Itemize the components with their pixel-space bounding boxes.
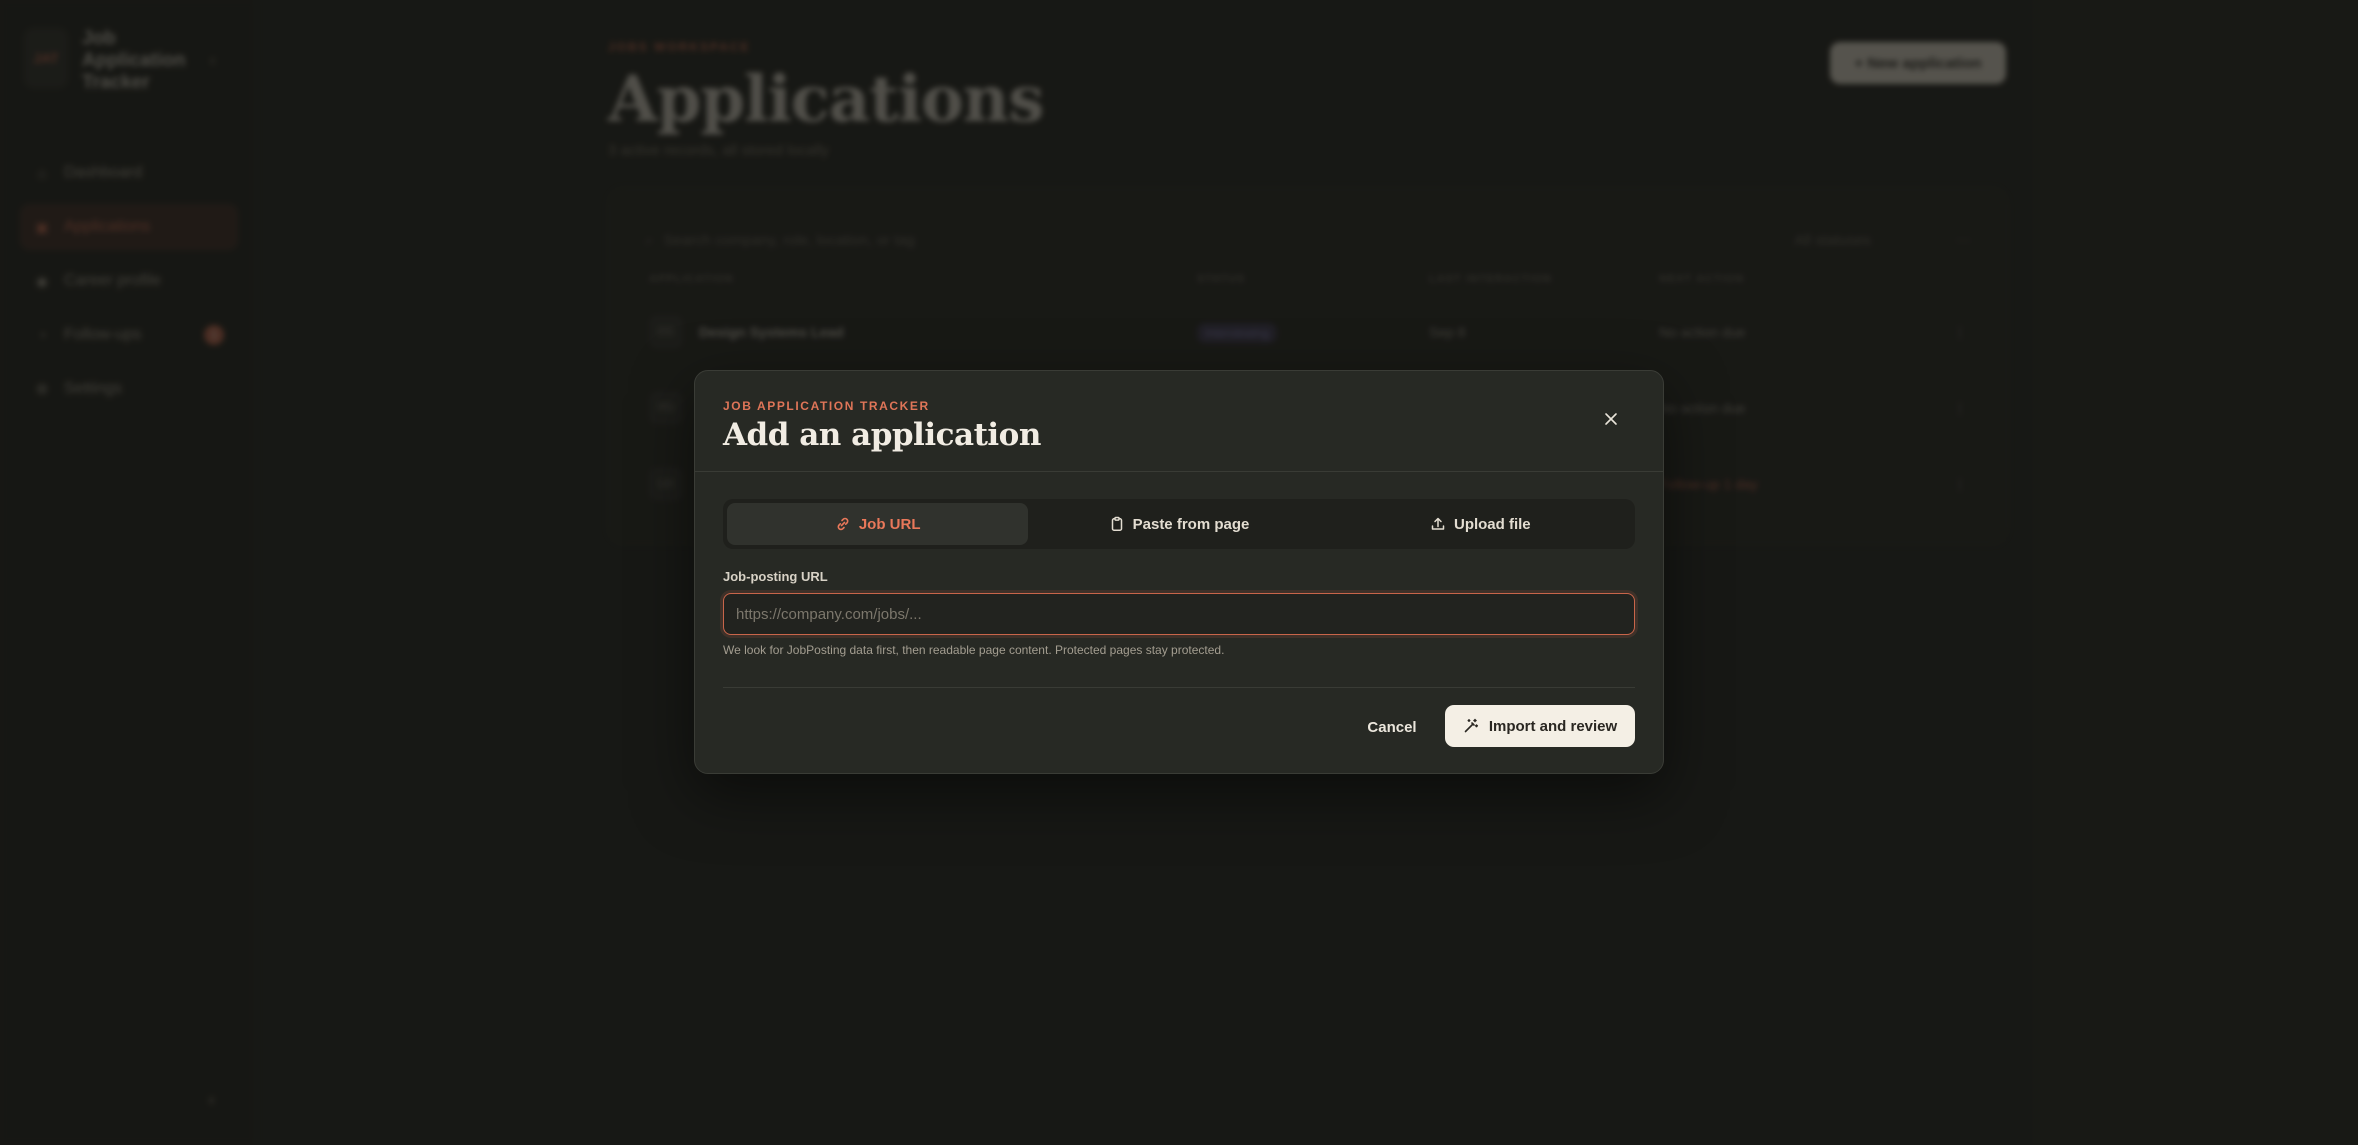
- tab-job-url[interactable]: Job URL: [727, 503, 1029, 545]
- dialog-title: Add an application: [723, 417, 1041, 453]
- upload-icon: [1430, 516, 1446, 532]
- tab-paste-from-page[interactable]: Paste from page: [1028, 503, 1329, 545]
- tab-label: Job URL: [858, 515, 921, 533]
- import-and-review-button[interactable]: Import and review: [1445, 705, 1635, 747]
- import-button-label: Import and review: [1488, 717, 1618, 735]
- dialog-divider: [695, 471, 1663, 472]
- url-field-label: Job-posting URL: [723, 569, 828, 584]
- tab-label: Upload file: [1453, 515, 1531, 533]
- clipboard-icon: [1109, 516, 1125, 532]
- add-application-dialog: JOB APPLICATION TRACKER Add an applicati…: [694, 370, 1664, 774]
- url-helper-text: We look for JobPosting data first, then …: [723, 643, 1225, 657]
- close-icon: [1605, 413, 1617, 425]
- job-url-input[interactable]: [723, 593, 1635, 635]
- link-icon: [835, 516, 851, 532]
- magic-wand-icon: [1463, 718, 1479, 734]
- cancel-button[interactable]: Cancel: [1363, 707, 1421, 747]
- dialog-eyebrow: JOB APPLICATION TRACKER: [723, 399, 930, 413]
- tab-upload-file[interactable]: Upload file: [1330, 503, 1631, 545]
- close-button[interactable]: [1597, 405, 1625, 433]
- import-method-tabs: Job URL Paste from page Upload file: [723, 499, 1635, 549]
- footer-divider: [723, 687, 1635, 688]
- tab-label: Paste from page: [1132, 515, 1250, 533]
